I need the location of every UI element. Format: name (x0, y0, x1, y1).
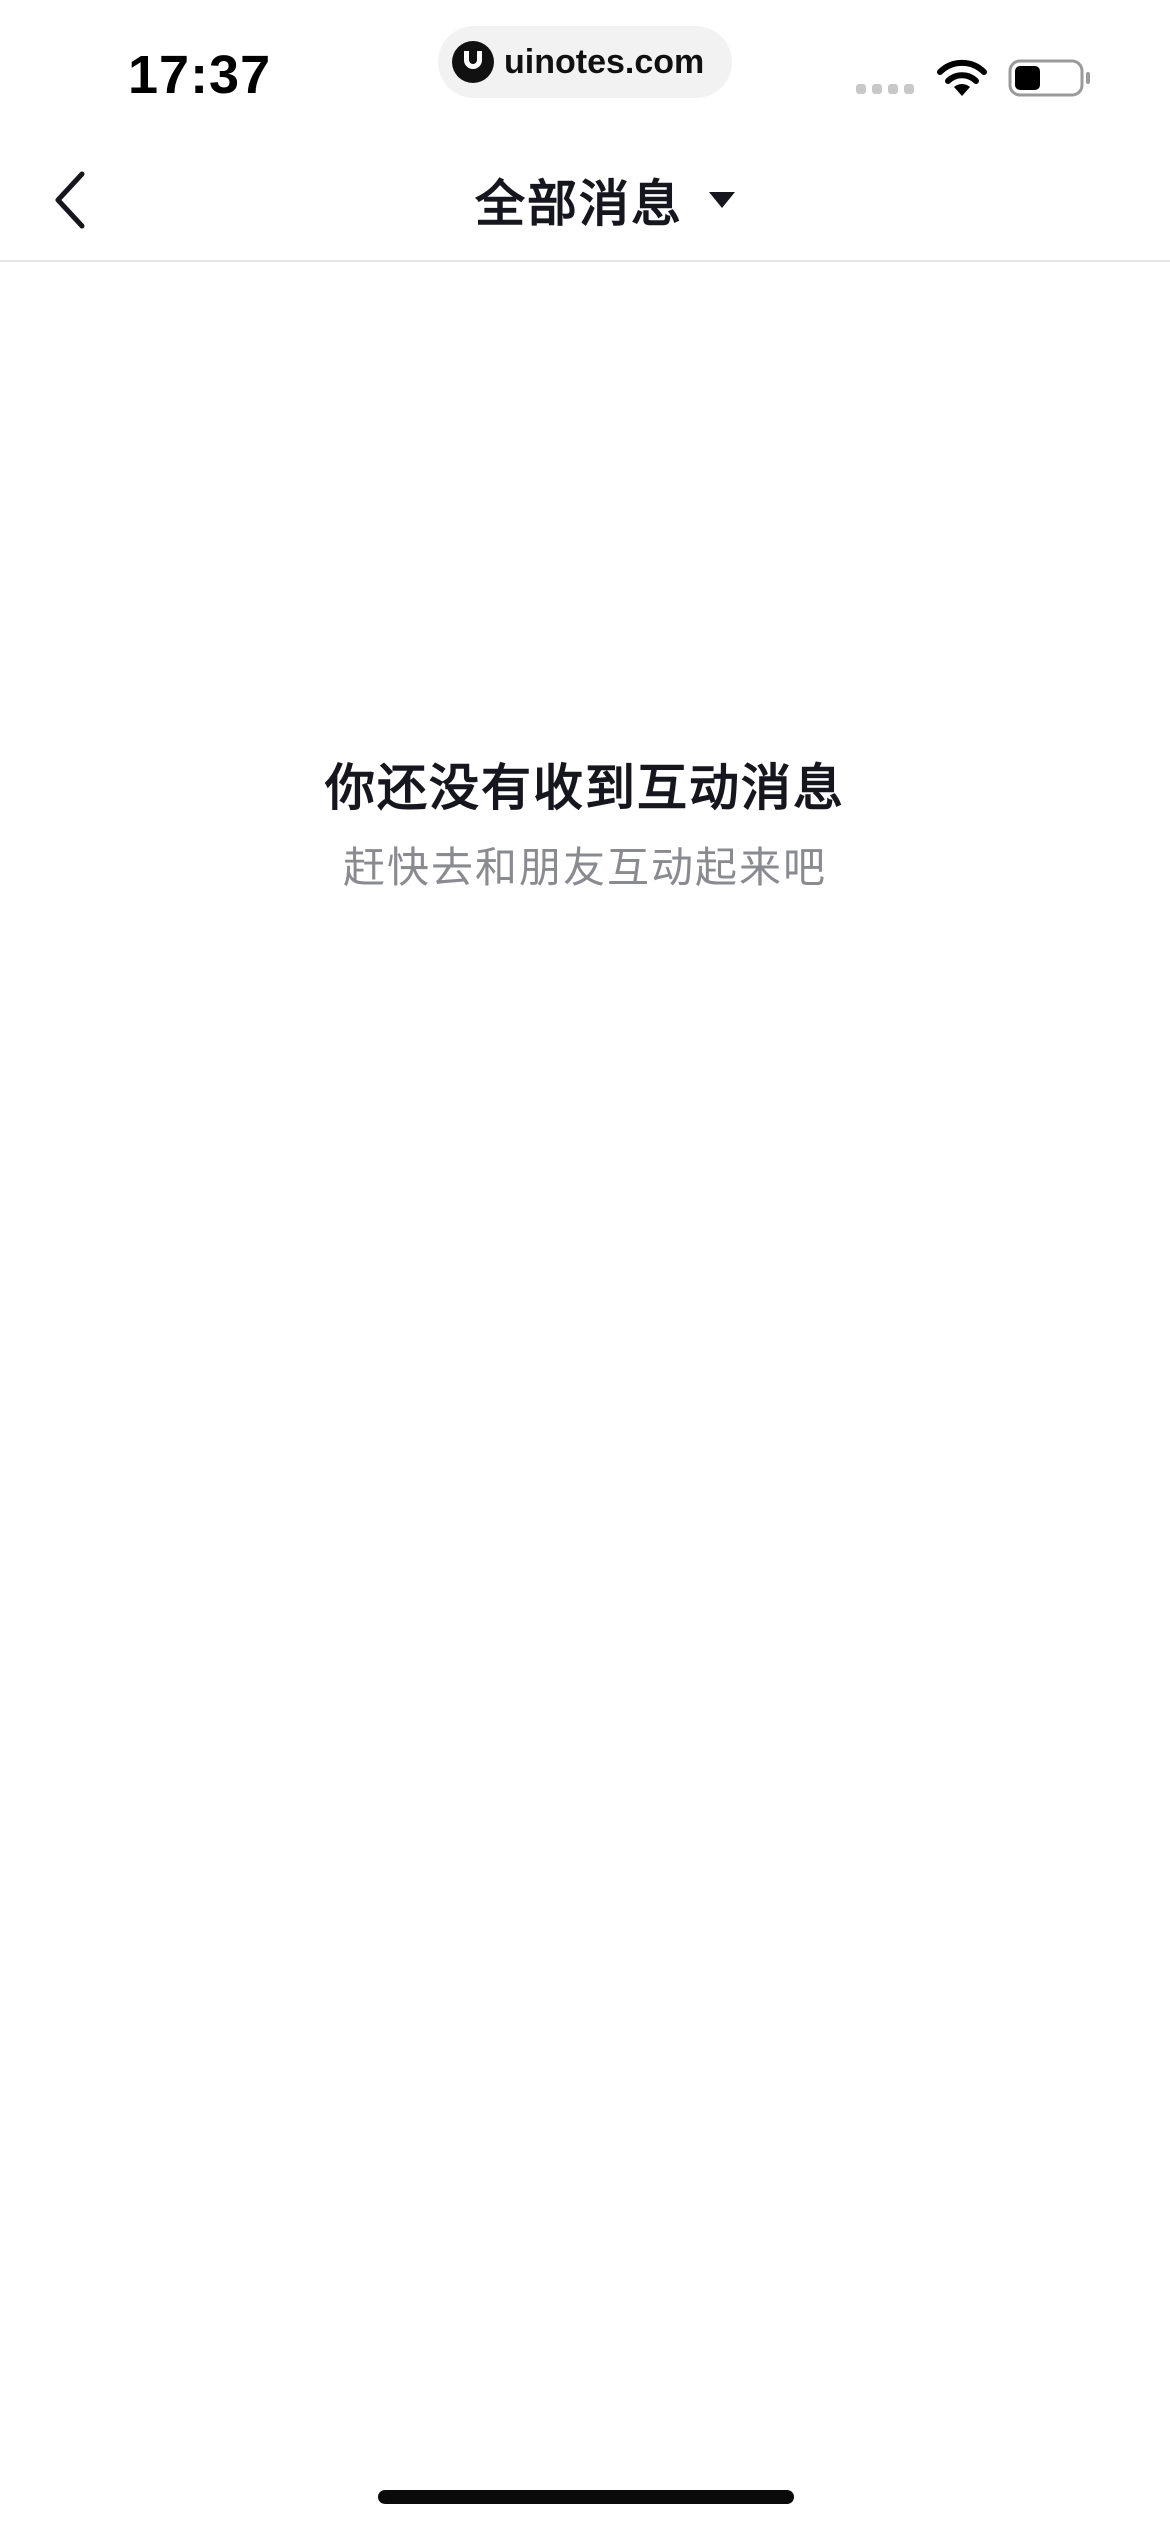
uinotes-logo-icon (452, 41, 494, 83)
empty-state-subtitle: 赶快去和朋友互动起来吧 (342, 844, 827, 891)
home-indicator[interactable] (378, 2490, 794, 2504)
cellular-signal-icon (856, 84, 914, 94)
nav-bar: 全部消息 (0, 140, 1170, 262)
page-title: 全部消息 (475, 176, 683, 232)
status-time: 17:37 (128, 45, 272, 105)
watermark-text: uinotes.com (504, 42, 705, 81)
status-bar: 17:37 uinotes.com (0, 0, 1170, 140)
caret-down-icon (709, 192, 735, 208)
battery-level-fill (1015, 66, 1040, 90)
battery-icon (1008, 59, 1090, 97)
watermark-badge: uinotes.com (438, 26, 732, 98)
empty-state-title: 你还没有收到互动消息 (325, 760, 845, 816)
empty-state: 你还没有收到互动消息 赶快去和朋友互动起来吧 (0, 752, 1170, 898)
wifi-icon (937, 59, 987, 96)
message-filter-dropdown[interactable]: 全部消息 (0, 140, 1170, 260)
